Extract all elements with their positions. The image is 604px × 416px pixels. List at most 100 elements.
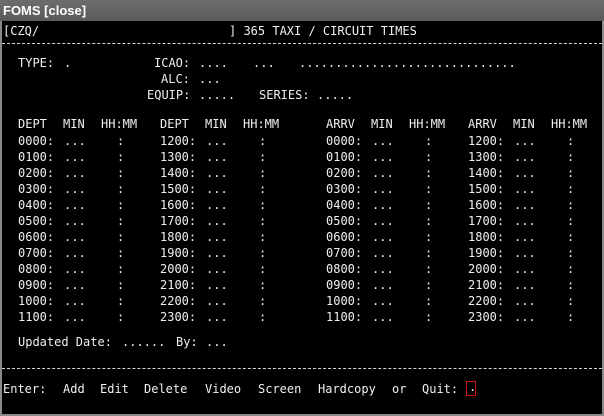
type-field[interactable]: .	[64, 56, 71, 70]
hhmm-field[interactable]: :	[567, 214, 574, 228]
hhmm-field[interactable]: :	[259, 294, 266, 308]
add-command[interactable]: Add	[63, 382, 85, 396]
hhmm-field[interactable]: :	[425, 246, 432, 260]
by-field[interactable]: ...	[206, 335, 228, 349]
hhmm-field[interactable]: :	[259, 150, 266, 164]
min-field[interactable]: ...	[206, 278, 228, 292]
min-field[interactable]: ...	[514, 182, 536, 196]
min-field[interactable]: ...	[514, 294, 536, 308]
min-field[interactable]: ...	[372, 294, 394, 308]
hhmm-field[interactable]: :	[259, 310, 266, 324]
min-field[interactable]: ...	[514, 230, 536, 244]
min-field[interactable]: ...	[64, 262, 86, 276]
hhmm-field[interactable]: :	[425, 166, 432, 180]
min-field[interactable]: ...	[206, 182, 228, 196]
hhmm-field[interactable]: :	[567, 246, 574, 260]
hhmm-field[interactable]: :	[425, 310, 432, 324]
min-field[interactable]: ...	[206, 310, 228, 324]
min-field[interactable]: ...	[514, 278, 536, 292]
hhmm-field[interactable]: :	[567, 134, 574, 148]
min-field[interactable]: ...	[64, 166, 86, 180]
hhmm-field[interactable]: :	[117, 262, 124, 276]
hhmm-field[interactable]: :	[425, 134, 432, 148]
min-field[interactable]: ...	[206, 294, 228, 308]
min-field[interactable]: ...	[206, 262, 228, 276]
delete-command[interactable]: Delete	[144, 382, 187, 396]
hhmm-field[interactable]: :	[117, 310, 124, 324]
min-field[interactable]: ...	[372, 262, 394, 276]
hhmm-field[interactable]: :	[259, 182, 266, 196]
hhmm-field[interactable]: :	[567, 262, 574, 276]
quit-command[interactable]: Quit:	[422, 382, 458, 396]
min-field[interactable]: ...	[64, 150, 86, 164]
min-field[interactable]: ...	[514, 214, 536, 228]
hhmm-field[interactable]: :	[117, 294, 124, 308]
min-field[interactable]: ...	[372, 278, 394, 292]
hhmm-field[interactable]: :	[117, 214, 124, 228]
min-field[interactable]: ...	[64, 278, 86, 292]
min-field[interactable]: ...	[206, 246, 228, 260]
hhmm-field[interactable]: :	[259, 278, 266, 292]
hhmm-field[interactable]: :	[425, 150, 432, 164]
min-field[interactable]: ...	[206, 166, 228, 180]
hhmm-field[interactable]: :	[117, 182, 124, 196]
hhmm-field[interactable]: :	[425, 278, 432, 292]
edit-command[interactable]: Edit	[100, 382, 129, 396]
hhmm-field[interactable]: :	[567, 198, 574, 212]
icao-field[interactable]: ....	[199, 56, 228, 70]
hhmm-field[interactable]: :	[425, 182, 432, 196]
window-title[interactable]: FOMS [close]	[3, 0, 86, 21]
hhmm-field[interactable]: :	[117, 230, 124, 244]
video-command[interactable]: Video	[205, 382, 241, 396]
min-field[interactable]: ...	[514, 134, 536, 148]
hhmm-field[interactable]: :	[259, 198, 266, 212]
min-field[interactable]: ...	[372, 214, 394, 228]
hhmm-field[interactable]: :	[117, 150, 124, 164]
min-field[interactable]: ...	[64, 198, 86, 212]
hhmm-field[interactable]: :	[259, 230, 266, 244]
updated-date-field[interactable]: ......	[122, 335, 165, 349]
hhmm-field[interactable]: :	[425, 294, 432, 308]
hhmm-field[interactable]: :	[259, 262, 266, 276]
hhmm-field[interactable]: :	[259, 214, 266, 228]
hhmm-field[interactable]: :	[259, 134, 266, 148]
min-field[interactable]: ...	[372, 182, 394, 196]
min-field[interactable]: ...	[64, 230, 86, 244]
min-field[interactable]: ...	[206, 214, 228, 228]
icao-name-field[interactable]: ..............................	[299, 56, 516, 70]
hhmm-field[interactable]: :	[425, 198, 432, 212]
min-field[interactable]: ...	[64, 246, 86, 260]
hhmm-field[interactable]: :	[567, 278, 574, 292]
hhmm-field[interactable]: :	[567, 310, 574, 324]
min-field[interactable]: ...	[64, 214, 86, 228]
hhmm-field[interactable]: :	[259, 166, 266, 180]
hhmm-field[interactable]: :	[117, 134, 124, 148]
min-field[interactable]: ...	[206, 198, 228, 212]
min-field[interactable]: ...	[206, 134, 228, 148]
min-field[interactable]: ...	[514, 166, 536, 180]
min-field[interactable]: ...	[206, 150, 228, 164]
min-field[interactable]: ...	[372, 246, 394, 260]
hhmm-field[interactable]: :	[117, 246, 124, 260]
hhmm-field[interactable]: :	[117, 166, 124, 180]
hhmm-field[interactable]: :	[567, 294, 574, 308]
min-field[interactable]: ...	[514, 262, 536, 276]
screen-command[interactable]: Screen	[258, 382, 301, 396]
hhmm-field[interactable]: :	[567, 150, 574, 164]
hhmm-field[interactable]: :	[425, 230, 432, 244]
min-field[interactable]: ...	[64, 294, 86, 308]
min-field[interactable]: ...	[514, 198, 536, 212]
min-field[interactable]: ...	[206, 230, 228, 244]
min-field[interactable]: ...	[64, 310, 86, 324]
hhmm-field[interactable]: :	[117, 278, 124, 292]
hhmm-field[interactable]: :	[567, 182, 574, 196]
icao-extra-field[interactable]: ...	[253, 56, 275, 70]
min-field[interactable]: ...	[514, 310, 536, 324]
min-field[interactable]: ...	[64, 134, 86, 148]
min-field[interactable]: ...	[372, 230, 394, 244]
hhmm-field[interactable]: :	[259, 246, 266, 260]
hardcopy-command[interactable]: Hardcopy	[318, 382, 376, 396]
min-field[interactable]: ...	[64, 182, 86, 196]
command-input[interactable]: .	[466, 380, 476, 396]
min-field[interactable]: ...	[514, 246, 536, 260]
